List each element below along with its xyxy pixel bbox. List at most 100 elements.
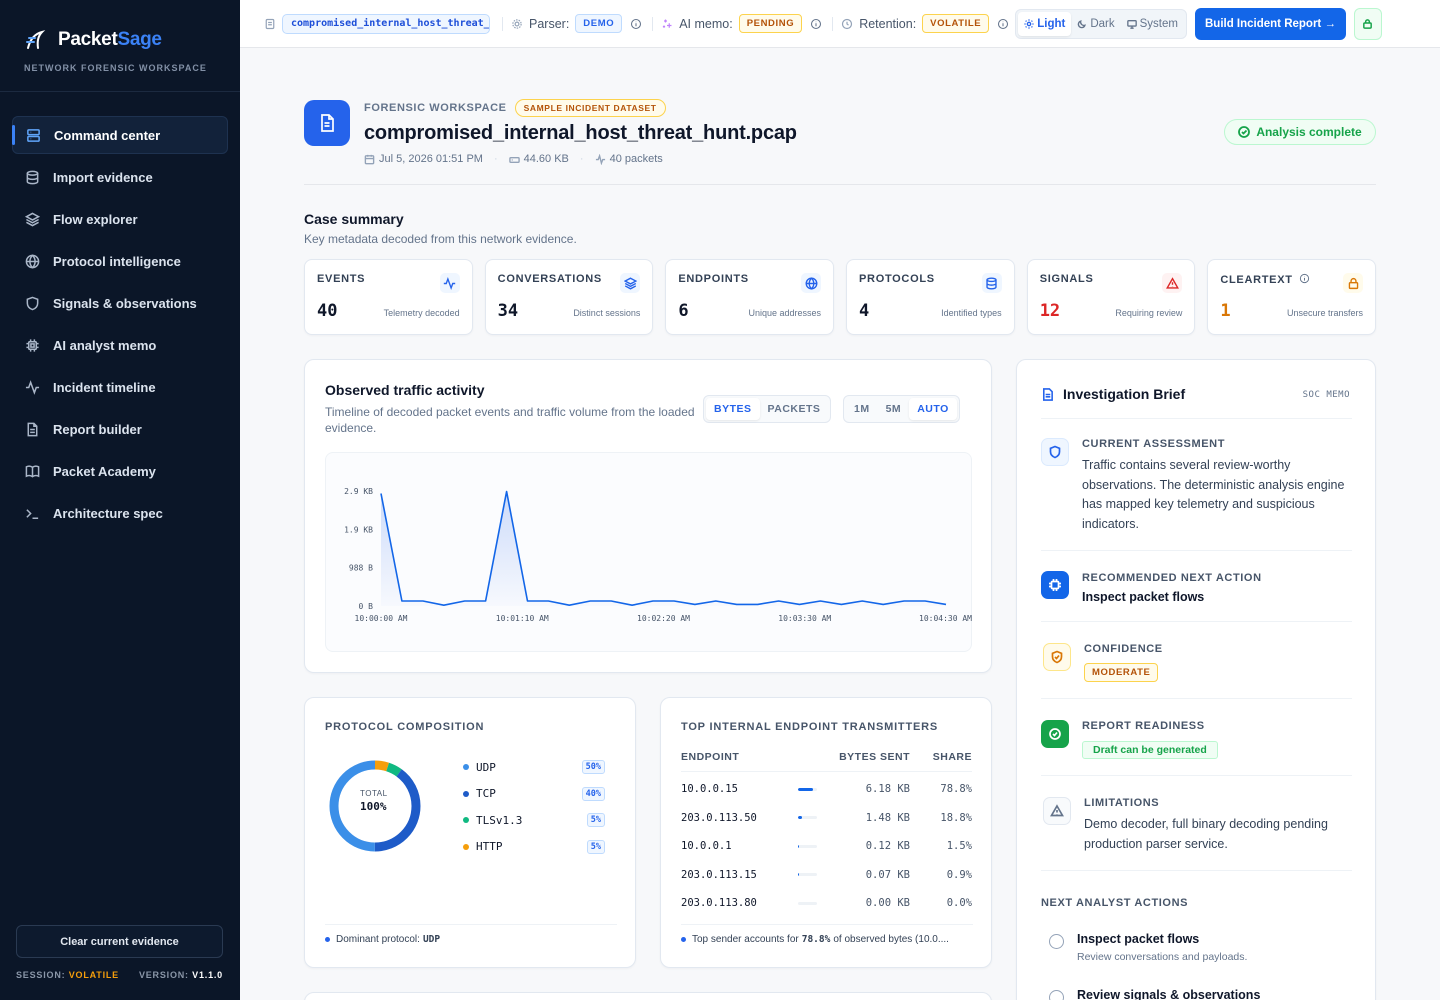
traffic-series-line	[380, 490, 947, 606]
traffic-title: Observed traffic activity	[325, 382, 485, 398]
brief-divider	[1041, 870, 1352, 871]
endpoints-table-body: 10.0.0.15 6.18 KB 78.8% 203.0.113.50 1.48 KB…	[681, 775, 972, 918]
legend-swatch	[463, 843, 469, 850]
sidebar-item-report-builder[interactable]: Report builder	[12, 410, 228, 448]
bytes-sent: 0.12 KB	[865, 840, 910, 853]
share-bar	[798, 901, 817, 905]
info-icon[interactable]	[630, 18, 642, 30]
legend-swatch	[463, 764, 469, 771]
table-row[interactable]: 10.0.0.15 6.18 KB 78.8%	[681, 775, 972, 804]
sidebar-item-incident-timeline[interactable]: Incident timeline	[12, 368, 228, 406]
legend-label: UDP	[476, 760, 496, 774]
next-action-value[interactable]: Inspect packet flows	[1082, 590, 1204, 604]
sidebar-item-architecture-spec[interactable]: Architecture spec	[12, 494, 228, 532]
share-value: 0.0%	[946, 897, 972, 910]
action-title: Inspect packet flows	[1077, 932, 1200, 946]
info-icon[interactable]	[997, 18, 1009, 30]
sample-dataset-badge: SAMPLE INCIDENT DATASET	[514, 99, 666, 117]
stat-caption: Requiring review	[1115, 308, 1183, 318]
parser-badge: DEMO	[575, 14, 623, 33]
layers-icon	[25, 212, 40, 226]
stat-card-cleartext[interactable]: CLEARTEXT 1 Unsecure transfers	[1207, 259, 1377, 335]
alert-triangle-icon	[1162, 273, 1183, 293]
theme-dark-option[interactable]: Dark	[1071, 12, 1120, 36]
workspace-label: FORENSIC WORKSPACE	[364, 102, 507, 114]
info-icon[interactable]	[810, 18, 822, 30]
stat-card-conversations[interactable]: CONVERSATIONS 34 Distinct sessions	[484, 259, 654, 335]
additional-panel	[304, 992, 992, 1000]
metric-bytes-option[interactable]: BYTES	[706, 398, 760, 420]
file-icon	[265, 18, 275, 29]
legend-label: TLSv1.3	[476, 813, 523, 827]
stat-label: CLEARTEXT	[1220, 273, 1363, 286]
file-size: 44.60 KB	[523, 153, 569, 165]
theme-system-option[interactable]: System	[1121, 12, 1184, 36]
table-row[interactable]: 10.0.0.1 0.12 KB 1.5%	[681, 832, 972, 861]
retention-badge: VOLATILE	[922, 14, 990, 33]
stat-caption: Unsecure transfers	[1287, 308, 1364, 318]
active-file-pill[interactable]: compromised_internal_host_threat_hunt.pc…	[282, 13, 490, 34]
x-tick-label: 10:01:10 AM	[496, 614, 549, 623]
action-title: Review signals & observations	[1077, 988, 1261, 1000]
endpoint-ip: 203.0.113.80	[681, 897, 757, 910]
range-1m-option[interactable]: 1M	[846, 398, 878, 420]
cpu-icon	[1041, 571, 1069, 599]
stat-value: 34	[497, 301, 519, 321]
session-lock-button[interactable]	[1353, 7, 1382, 40]
sidebar-item-label: Architecture spec	[53, 505, 163, 521]
meta-separator: ·	[579, 153, 584, 165]
sidebar-item-signals-observations[interactable]: Signals & observations	[12, 284, 228, 322]
calendar-icon	[364, 154, 375, 164]
stat-card-signals[interactable]: SIGNALS 12 Requiring review	[1026, 259, 1196, 335]
action-checkbox[interactable]	[1049, 990, 1064, 1000]
sidebar-item-packet-academy[interactable]: Packet Academy	[12, 452, 228, 490]
theme-light-option[interactable]: Light	[1018, 11, 1072, 36]
brief-divider	[1041, 775, 1352, 776]
panel-divider	[325, 924, 617, 925]
readiness-badge: Draft can be generated	[1082, 741, 1218, 759]
sidebar-item-protocol-intelligence[interactable]: Protocol intelligence	[12, 242, 228, 280]
range-auto-option[interactable]: AUTO	[909, 398, 957, 420]
monitor-icon	[1126, 19, 1137, 29]
brand-logo[interactable]: PacketSage	[24, 28, 162, 52]
stat-value: 12	[1039, 301, 1061, 321]
build-incident-report-button[interactable]: Build Incident Report →	[1194, 7, 1346, 40]
stat-card-endpoints[interactable]: ENDPOINTS 6 Unique addresses	[665, 259, 835, 335]
stat-card-events[interactable]: EVENTS 40 Telemetry decoded	[304, 259, 473, 335]
legend-percent: 5%	[586, 813, 605, 828]
sidebar-item-import-evidence[interactable]: Import evidence	[12, 158, 228, 196]
sidebar-item-label: AI analyst memo	[53, 337, 157, 353]
stat-label: ENDPOINTS	[678, 273, 749, 285]
table-row[interactable]: 203.0.113.15 0.07 KB 0.9%	[681, 861, 972, 890]
table-row[interactable]: 203.0.113.80 0.00 KB 0.0%	[681, 889, 972, 918]
sidebar-item-command-center[interactable]: Command center	[12, 116, 228, 154]
topbar-divider	[832, 16, 834, 31]
note-dot	[681, 937, 686, 942]
clear-evidence-button[interactable]: Clear current evidence	[16, 925, 223, 958]
stat-caption: Distinct sessions	[573, 308, 641, 318]
globe-icon	[801, 273, 822, 293]
range-5m-option[interactable]: 5M	[878, 398, 910, 420]
metric-packets-option[interactable]: PACKETS	[760, 398, 829, 420]
alert-triangle-icon	[1043, 797, 1071, 825]
next-action-label: RECOMMENDED NEXT ACTION	[1082, 572, 1262, 584]
sidebar-item-label: Flow explorer	[53, 211, 138, 227]
activity-icon	[595, 153, 605, 165]
stat-card-protocols[interactable]: PROTOCOLS 4 Identified types	[846, 259, 1015, 335]
table-row[interactable]: 203.0.113.50 1.48 KB 18.8%	[681, 804, 972, 833]
sidebar-item-flow-explorer[interactable]: Flow explorer	[12, 200, 228, 238]
share-bar	[798, 844, 817, 848]
sparkles-icon	[663, 19, 672, 28]
assessment-text: Traffic contains several review-worthy o…	[1082, 458, 1345, 531]
shield-icon	[26, 296, 39, 310]
share-bar	[798, 816, 817, 820]
endpoint-ip: 203.0.113.15	[681, 868, 757, 881]
brief-divider	[1041, 621, 1352, 622]
stat-caption: Identified types	[941, 308, 1002, 318]
y-tick-label: 0 B	[359, 602, 374, 611]
sidebar-item-ai-analyst-memo[interactable]: AI analyst memo	[12, 326, 228, 364]
action-checkbox[interactable]	[1049, 934, 1064, 949]
packet-count: 40 packets	[609, 153, 663, 165]
stat-label: CONVERSATIONS	[497, 273, 602, 285]
info-icon[interactable]	[1299, 273, 1310, 284]
